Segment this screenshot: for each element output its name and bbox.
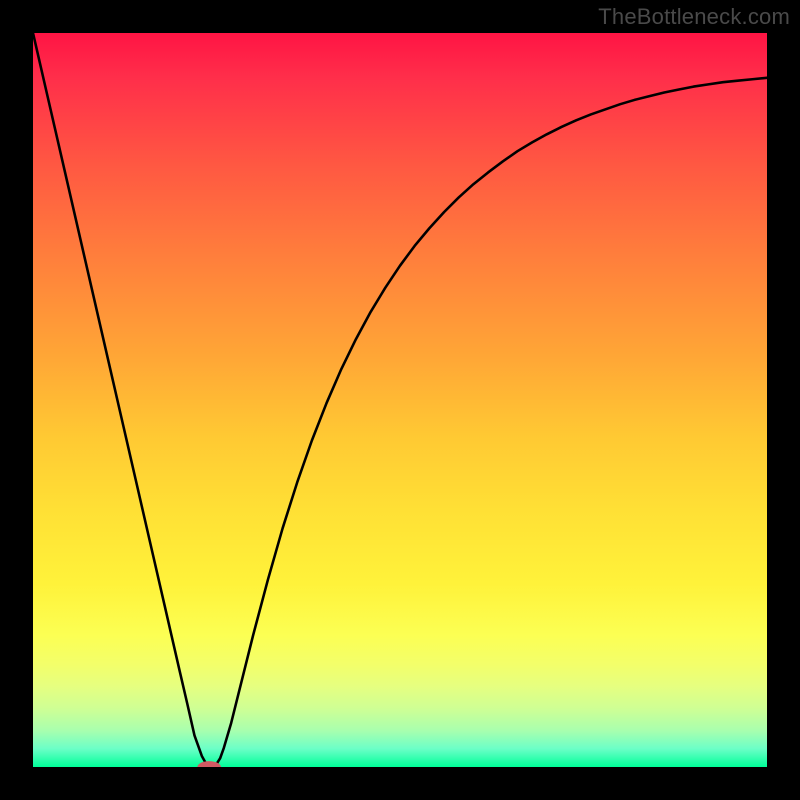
chart-frame: TheBottleneck.com bbox=[0, 0, 800, 800]
plot-area bbox=[33, 33, 767, 767]
bottleneck-curve-line bbox=[33, 33, 767, 767]
watermark-text: TheBottleneck.com bbox=[598, 4, 790, 30]
chart-svg bbox=[33, 33, 767, 767]
